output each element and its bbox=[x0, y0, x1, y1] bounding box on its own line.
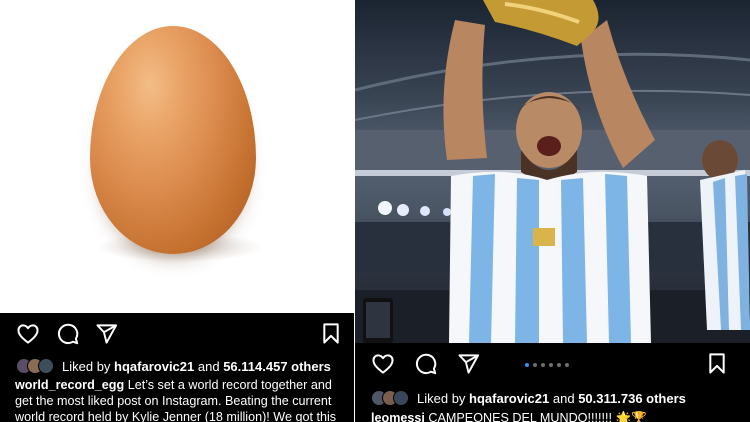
likes-and: and bbox=[552, 390, 575, 406]
likes-count[interactable]: 56.114.457 others bbox=[223, 359, 331, 374]
caption-username[interactable]: leomessi bbox=[371, 411, 425, 422]
egg-photo[interactable] bbox=[0, 0, 354, 313]
caption-text: CAMPEONES DEL MUNDO!!!!!!! 🌟🏆 bbox=[428, 411, 647, 422]
avatar bbox=[393, 390, 409, 406]
messi-likes-row[interactable]: Liked by hqafarovic21 and 50.311.736 oth… bbox=[371, 388, 686, 408]
comment-icon[interactable] bbox=[57, 323, 79, 345]
share-icon[interactable] bbox=[96, 324, 118, 344]
likes-count-text: Liked by hqafarovic21 and 56.114.457 oth… bbox=[62, 359, 331, 374]
liker-avatars bbox=[16, 358, 54, 374]
avatar bbox=[38, 358, 54, 374]
likes-and: and bbox=[197, 358, 220, 374]
messi-post: Liked by hqafarovic21 and 50.311.736 oth… bbox=[355, 0, 750, 422]
likes-count[interactable]: 50.311.736 others bbox=[578, 391, 686, 406]
egg-caption: world_record_egg Let’s set a world recor… bbox=[15, 377, 349, 422]
messi-photo[interactable] bbox=[355, 0, 750, 343]
egg-image bbox=[90, 26, 256, 254]
liker-avatars bbox=[371, 390, 409, 406]
likes-prefix: Liked by bbox=[417, 390, 466, 406]
likes-username[interactable]: hqafarovic21 bbox=[114, 359, 194, 374]
egg-likes-row[interactable]: Liked by hqafarovic21 and 56.114.457 oth… bbox=[16, 357, 331, 375]
messi-post-action-bar bbox=[355, 343, 750, 387]
messi-caption: leomessi CAMPEONES DEL MUNDO!!!!!!! 🌟🏆 bbox=[371, 410, 741, 422]
bookmark-icon[interactable] bbox=[708, 353, 726, 374]
share-icon[interactable] bbox=[458, 354, 480, 374]
likes-username[interactable]: hqafarovic21 bbox=[469, 391, 549, 406]
caption-username[interactable]: world_record_egg bbox=[15, 378, 124, 392]
bookmark-icon[interactable] bbox=[322, 323, 340, 344]
heart-icon[interactable] bbox=[372, 354, 394, 374]
heart-icon[interactable] bbox=[17, 324, 39, 344]
egg-post: Liked by hqafarovic21 and 56.114.457 oth… bbox=[0, 0, 354, 422]
messi-photo-illustration bbox=[355, 0, 750, 343]
comment-icon[interactable] bbox=[415, 353, 437, 375]
egg-post-action-bar bbox=[0, 313, 354, 357]
likes-count-text: Liked by hqafarovic21 and 50.311.736 oth… bbox=[417, 391, 686, 406]
likes-prefix: Liked by bbox=[62, 358, 111, 374]
